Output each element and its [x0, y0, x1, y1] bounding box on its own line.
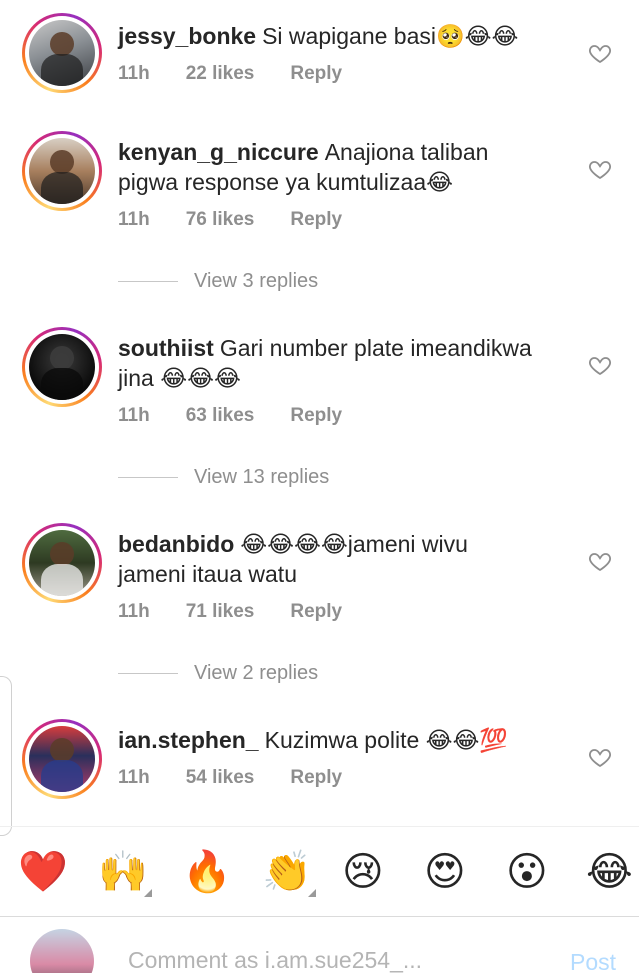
comment-text-block: kenyan_g_niccure Anajiona taliban pigwa r… — [118, 137, 538, 197]
comment-username[interactable]: southiist — [118, 335, 214, 361]
view-replies-button[interactable]: View 13 replies — [118, 466, 329, 489]
tears-of-joy-emoji-button[interactable]: 😂 — [586, 849, 633, 895]
raised-hands-icon: 🙌 — [98, 850, 148, 894]
comment-time: 11h — [118, 767, 150, 788]
comment-likes[interactable]: 63 likes — [186, 405, 255, 427]
comment-body: Kuzimwa polite 😂😂💯 — [264, 727, 509, 753]
reply-button[interactable]: Reply — [290, 209, 342, 231]
reply-button[interactable]: Reply — [290, 63, 342, 85]
view-replies-button[interactable]: View 3 replies — [118, 270, 318, 293]
heart-eyes-emoji-button[interactable]: 😍 — [424, 849, 466, 895]
comment-username[interactable]: bedanbido — [118, 531, 234, 557]
post-button[interactable]: Post — [570, 949, 616, 973]
heart-icon[interactable] — [588, 353, 612, 377]
emoji-reaction-bar: ❤️ 🙌 🔥 👏 😢 😍 😮 😂 — [0, 826, 639, 916]
avatar[interactable] — [22, 523, 102, 603]
avatar[interactable] — [22, 13, 102, 93]
comment-likes[interactable]: 71 likes — [186, 601, 255, 623]
avatar[interactable] — [22, 719, 102, 799]
comment-likes[interactable]: 22 likes — [186, 63, 255, 85]
heart-icon[interactable] — [588, 41, 612, 65]
reply-button[interactable]: Reply — [290, 601, 342, 623]
comment-text-block: jessy_bonke Si wapigane basi🥺😂😂 — [118, 21, 568, 51]
view-replies-label[interactable]: View 3 replies — [194, 270, 318, 293]
divider — [118, 477, 178, 478]
reply-button[interactable]: Reply — [290, 405, 342, 427]
divider — [118, 281, 178, 282]
comment-text-block: bedanbido 😂😂😂😂jameni wivu jameni itaua wa… — [118, 529, 518, 589]
clapping-hands-icon: 👏 — [262, 850, 312, 894]
view-replies-label[interactable]: View 13 replies — [194, 466, 329, 489]
heart-icon[interactable] — [588, 745, 612, 769]
comment-time: 11h — [118, 601, 150, 622]
comment-time: 11h — [118, 405, 150, 426]
fire-emoji-button[interactable]: 🔥 — [182, 849, 232, 895]
comment-meta: 11h 71 likes Reply — [118, 601, 378, 623]
comment-username[interactable]: ian.stephen_ — [118, 727, 259, 753]
comment-text-block: ian.stephen_ Kuzimwa polite 😂😂💯 — [118, 725, 568, 755]
comment-username[interactable]: jessy_bonke — [118, 23, 256, 49]
comment-text-block: southiist Gari number plate imeandikwa ji… — [118, 333, 568, 393]
raised-hands-emoji-button[interactable]: 🙌 — [98, 849, 152, 897]
reply-button[interactable]: Reply — [290, 767, 342, 789]
comment-composer: Post — [0, 916, 639, 973]
heart-icon[interactable] — [588, 549, 612, 573]
comment-username[interactable]: kenyan_g_niccure — [118, 139, 319, 165]
view-replies-button[interactable]: View 2 replies — [118, 662, 318, 685]
avatar[interactable] — [22, 131, 102, 211]
heart-icon[interactable] — [588, 157, 612, 181]
clapping-hands-emoji-button[interactable]: 👏 — [262, 849, 316, 897]
comment-likes[interactable]: 76 likes — [186, 209, 255, 231]
red-heart-emoji-button[interactable]: ❤️ — [18, 849, 68, 895]
comment-input[interactable] — [128, 943, 548, 973]
comment-meta: 11h 76 likes Reply — [118, 209, 378, 231]
comment-likes[interactable]: 54 likes — [186, 767, 255, 789]
avatar[interactable] — [22, 327, 102, 407]
view-replies-label[interactable]: View 2 replies — [194, 662, 318, 685]
surprised-face-emoji-button[interactable]: 😮 — [506, 849, 548, 895]
crying-face-emoji-button[interactable]: 😢 — [342, 849, 384, 895]
comment-time: 11h — [118, 63, 150, 84]
drawer-handle[interactable] — [0, 676, 12, 836]
comment-meta: 11h 54 likes Reply — [118, 767, 378, 789]
comment-meta: 11h 22 likes Reply — [118, 63, 378, 85]
divider — [118, 673, 178, 674]
current-user-avatar — [30, 929, 94, 973]
comment-time: 11h — [118, 209, 150, 230]
comment-body: Si wapigane basi🥺😂😂 — [262, 23, 519, 49]
comment-meta: 11h 63 likes Reply — [118, 405, 378, 427]
